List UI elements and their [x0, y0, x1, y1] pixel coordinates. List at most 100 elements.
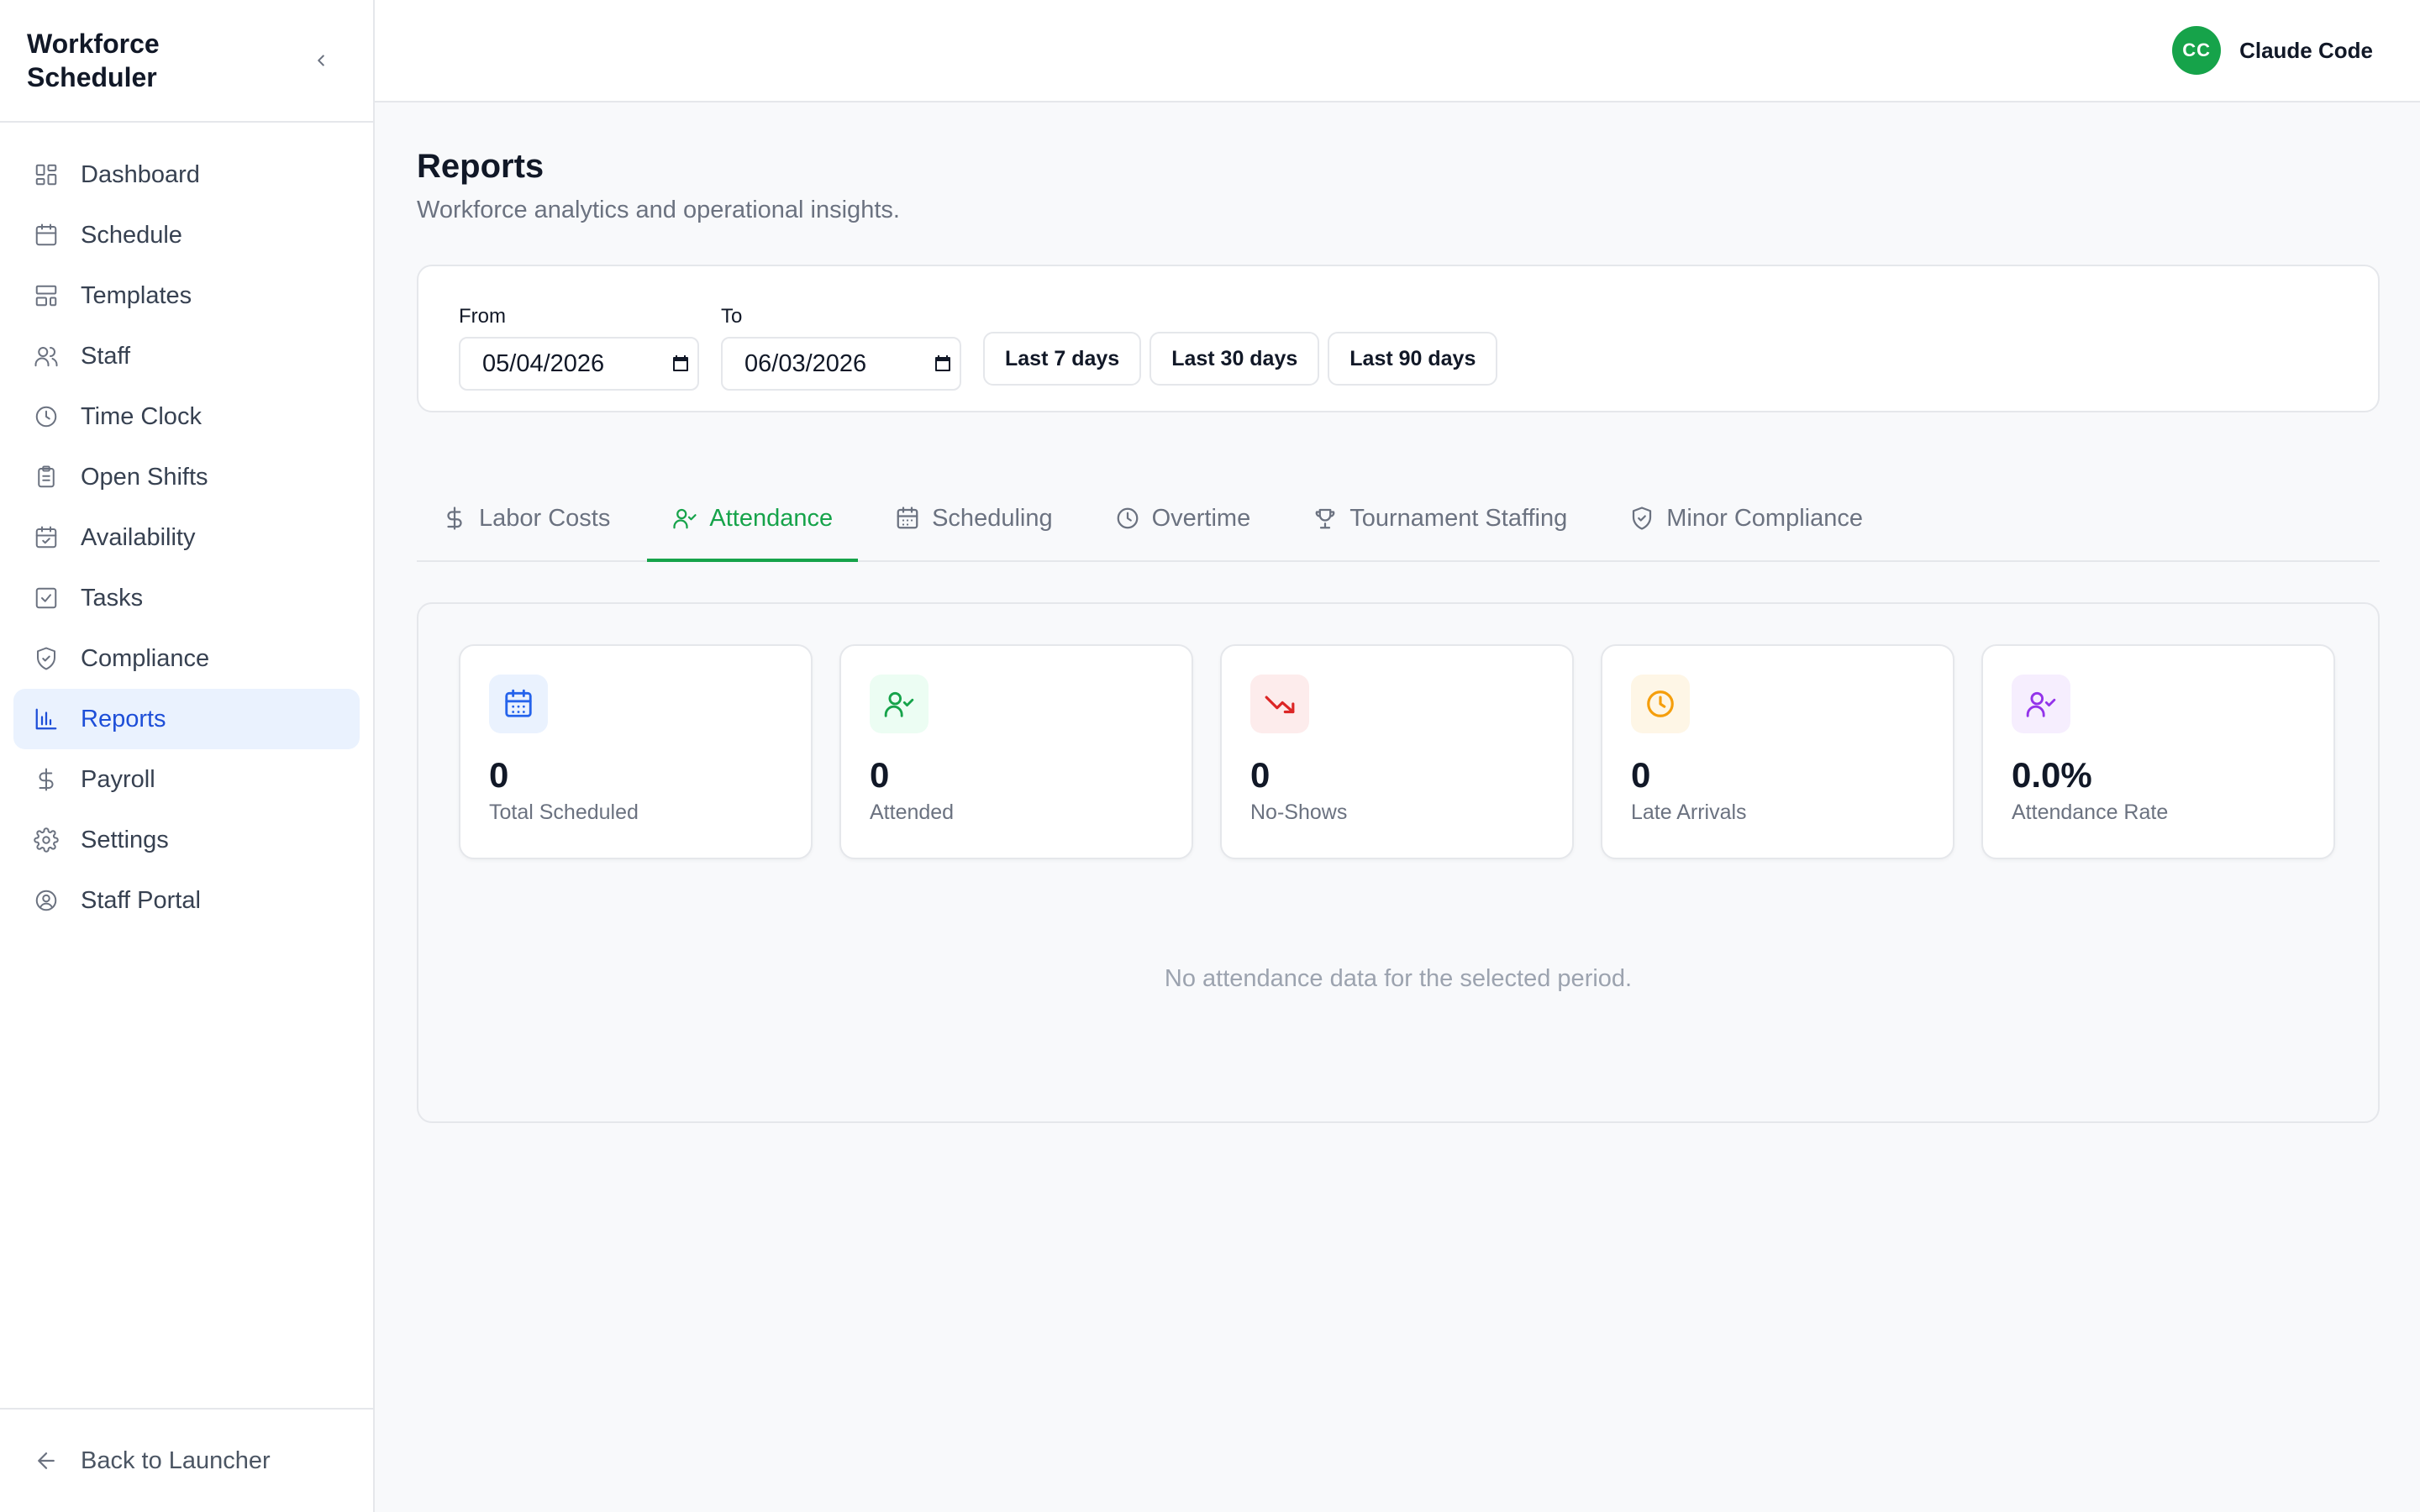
users-icon [34, 347, 58, 367]
stat-card-attendance-rate: 0.0% Attendance Rate [1981, 644, 2335, 859]
gear-icon [34, 827, 59, 853]
clock-icon [35, 406, 57, 428]
tab-attendance[interactable]: Attendance [647, 488, 859, 562]
sidebar-item-label: Time Clock [81, 402, 202, 430]
calendar-icon [505, 689, 532, 717]
top-bar: CC Claude Code [375, 0, 2420, 102]
tab-label: Overtime [1151, 504, 1251, 532]
calendar-icon [673, 355, 688, 371]
sidebar-item-tasks[interactable]: Tasks [13, 568, 360, 628]
sidebar-item-time-clock[interactable]: Time Clock [13, 386, 360, 447]
calendar-icon [897, 507, 918, 529]
to-label: To [721, 305, 743, 328]
shield-icon [37, 647, 55, 670]
stat-card-no-shows: 0 No-Shows [1220, 644, 1574, 859]
collapse-sidebar-button[interactable] [304, 44, 338, 77]
trophy-icon [1315, 508, 1335, 529]
last-90-days-button[interactable]: Last 90 days [1328, 332, 1498, 386]
stat-value: 0 [489, 755, 509, 795]
back-to-launcher-label: Back to Launcher [81, 1446, 271, 1474]
report-tabs: Labor Costs Attendance Scheduling Overti… [417, 453, 2380, 562]
stat-card-late-arrivals: 0 Late Arrivals [1601, 644, 1954, 859]
main-content: Reports Workforce analytics and operatio… [417, 102, 2380, 1123]
sidebar-item-payroll[interactable]: Payroll [13, 749, 360, 810]
dollar-icon [447, 507, 462, 530]
from-date-input[interactable]: 05/04/2026 [459, 337, 699, 391]
calendar-icon [935, 355, 950, 371]
chevron-left-icon [318, 55, 324, 66]
from-date-value: 05/04/2026 [482, 349, 605, 377]
to-date-value: 06/03/2026 [744, 349, 867, 377]
trending-down-icon [1265, 696, 1295, 714]
tab-scheduling[interactable]: Scheduling [870, 488, 1078, 562]
sidebar: Workforce Scheduler Dashboard Schedule T… [0, 0, 375, 1512]
last-7-days-button[interactable]: Last 7 days [983, 332, 1142, 386]
user-check-icon [673, 508, 697, 529]
stat-value: 0 [1250, 755, 1270, 795]
sidebar-item-label: Settings [81, 826, 169, 853]
bar-chart-icon [35, 708, 57, 730]
grid-icon [35, 164, 57, 186]
sidebar-item-open-shifts[interactable]: Open Shifts [13, 447, 360, 507]
sidebar-item-label: Schedule [81, 221, 182, 249]
stat-cards: 0 Total Scheduled 0 Attended 0 No-Shows [459, 644, 2338, 859]
avatar: CC [2172, 26, 2222, 75]
sidebar-item-schedule[interactable]: Schedule [13, 205, 360, 265]
stat-icon-wrap [1250, 675, 1309, 733]
user-name: Claude Code [2239, 37, 2373, 63]
sidebar-item-label: Dashboard [81, 160, 200, 188]
sidebar-item-reports[interactable]: Reports [13, 689, 360, 749]
sidebar-item-label: Tasks [81, 584, 144, 612]
tab-overtime[interactable]: Overtime [1090, 488, 1276, 562]
sidebar-item-availability[interactable]: Availability [13, 507, 360, 568]
sidebar-nav: Dashboard Schedule Templates Staff Time … [0, 123, 373, 931]
stat-value: 0 [870, 755, 890, 795]
from-label: From [459, 305, 506, 328]
to-date-picker-button[interactable] [926, 347, 960, 381]
sidebar-item-staff[interactable]: Staff [13, 326, 360, 386]
sidebar-item-label: Templates [81, 281, 192, 309]
to-field: To 06/03/2026 [721, 305, 961, 391]
stat-label: Attendance Rate [2012, 801, 2169, 824]
user-circle-icon [35, 890, 57, 911]
sidebar-item-label: Compliance [81, 644, 210, 672]
tab-label: Tournament Staffing [1349, 504, 1568, 532]
stat-icon-wrap [2012, 675, 2070, 733]
shield-check-icon [1633, 507, 1652, 530]
tab-label: Scheduling [932, 504, 1053, 532]
sidebar-item-label: Staff Portal [81, 886, 201, 914]
stat-label: Late Arrivals [1631, 801, 1747, 824]
tab-labor-costs[interactable]: Labor Costs [417, 488, 635, 562]
clipboard-icon [38, 465, 55, 488]
arrow-left-icon [38, 1452, 55, 1469]
stat-label: Total Scheduled [489, 801, 639, 824]
from-date-picker-button[interactable] [664, 347, 697, 381]
tab-label: Labor Costs [479, 504, 611, 532]
date-filter-card: From 05/04/2026 To 06/03/2026 Last 7 day… [417, 265, 2380, 412]
sidebar-item-staff-portal[interactable]: Staff Portal [13, 870, 360, 931]
last-30-days-button[interactable]: Last 30 days [1150, 332, 1320, 386]
tab-tournament-staffing[interactable]: Tournament Staffing [1287, 488, 1592, 562]
stat-icon-wrap [489, 675, 548, 733]
sidebar-item-dashboard[interactable]: Dashboard [13, 144, 360, 205]
stat-card-attended: 0 Attended [839, 644, 1193, 859]
stat-icon-wrap [870, 675, 929, 733]
tab-minor-compliance[interactable]: Minor Compliance [1604, 488, 1888, 562]
back-to-launcher-button[interactable]: Back to Launcher [0, 1408, 373, 1512]
sidebar-item-compliance[interactable]: Compliance [13, 628, 360, 689]
stat-value: 0.0% [2012, 755, 2092, 795]
app-title: Workforce Scheduler [27, 29, 160, 92]
to-date-input[interactable]: 06/03/2026 [721, 337, 961, 391]
stat-value: 0 [1631, 755, 1651, 795]
layout-icon [35, 285, 57, 307]
sidebar-item-settings[interactable]: Settings [13, 810, 360, 870]
quick-range-buttons: Last 7 days Last 30 days Last 90 days [983, 332, 1498, 386]
stat-card-total-scheduled: 0 Total Scheduled [459, 644, 813, 859]
user-check-icon [2026, 691, 2056, 717]
user-menu[interactable]: CC Claude Code [2172, 26, 2373, 75]
sidebar-item-templates[interactable]: Templates [13, 265, 360, 326]
clock-icon [1647, 690, 1674, 717]
sidebar-item-label: Staff [81, 342, 131, 370]
sidebar-item-label: Reports [81, 705, 166, 732]
stat-label: No-Shows [1250, 801, 1348, 824]
